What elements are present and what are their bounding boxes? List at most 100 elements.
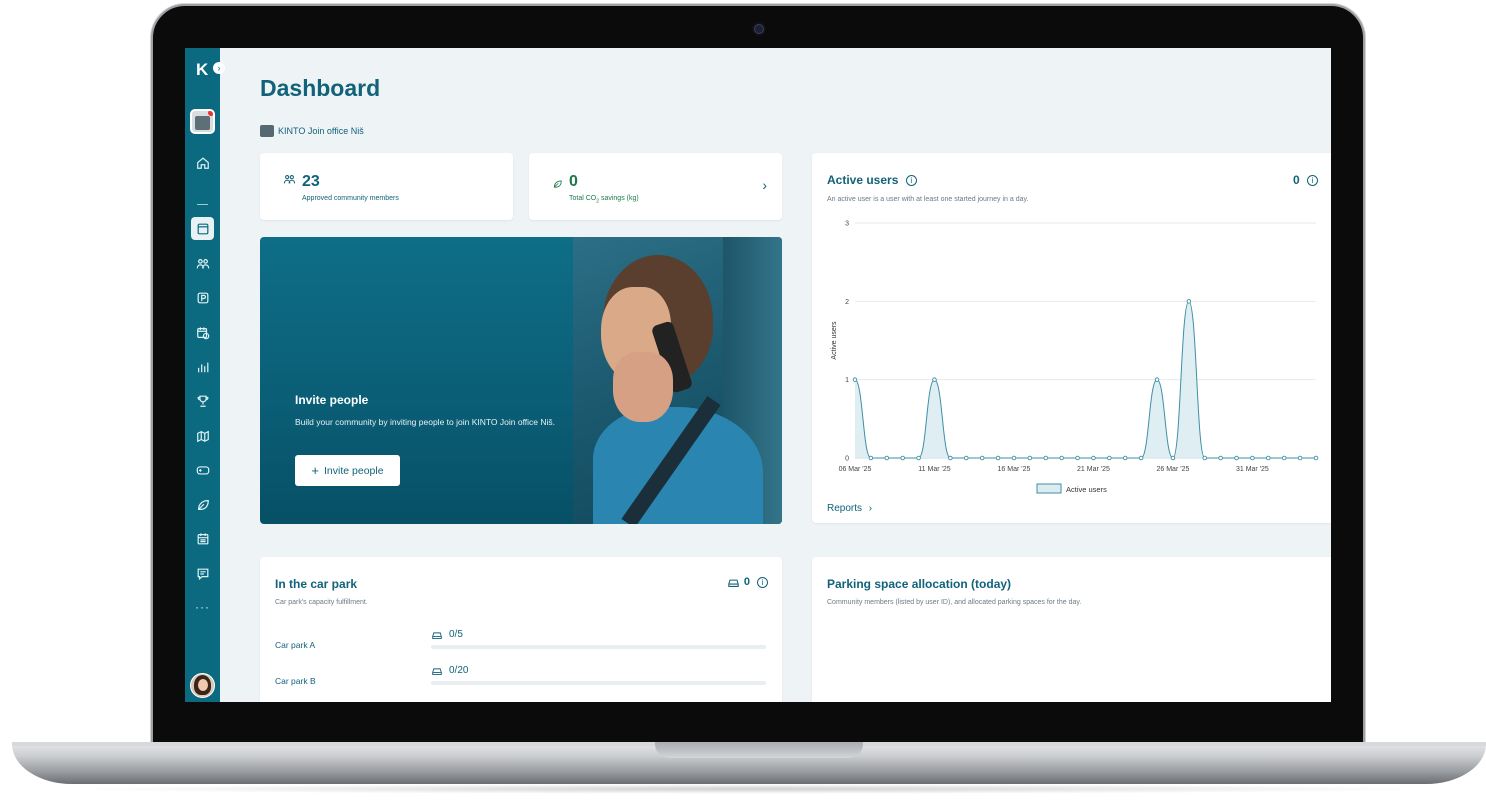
info-icon[interactable]: i bbox=[905, 175, 917, 187]
more-menu-button[interactable]: ··· bbox=[195, 600, 210, 614]
x-tick-label: 06 Mar '25 bbox=[839, 466, 872, 473]
sidebar-item-dashboard[interactable] bbox=[191, 217, 214, 240]
car-park-b-label: Car park B bbox=[275, 676, 316, 686]
data-point[interactable] bbox=[1043, 455, 1049, 461]
data-point[interactable] bbox=[1107, 455, 1112, 461]
sidebar-item-map[interactable] bbox=[191, 424, 214, 447]
app-logo[interactable]: K bbox=[196, 60, 208, 80]
data-point[interactable] bbox=[1154, 377, 1160, 382]
laptop-notch bbox=[655, 742, 863, 758]
sidebar-item-sustainability[interactable] bbox=[191, 493, 214, 516]
data-point[interactable] bbox=[1281, 455, 1287, 461]
x-tick-label: 16 Mar '25 bbox=[998, 466, 1031, 473]
invite-button-label: Invite people bbox=[324, 464, 384, 477]
data-point[interactable] bbox=[868, 455, 874, 461]
data-point[interactable] bbox=[932, 377, 937, 382]
plus-icon: + bbox=[311, 463, 320, 478]
data-point[interactable] bbox=[852, 377, 858, 382]
sidebar-item-schedule[interactable] bbox=[191, 527, 214, 550]
legend-label: Active users bbox=[1066, 485, 1107, 494]
sidebar-item-reports[interactable] bbox=[191, 355, 214, 378]
co2-label-prefix: Total CO bbox=[569, 195, 597, 202]
sidebar-item-parking[interactable] bbox=[191, 286, 214, 309]
laptop-shadow bbox=[60, 784, 1440, 794]
avatar-face bbox=[198, 679, 208, 691]
invite-description: Build your community by inviting people … bbox=[295, 417, 556, 427]
data-point[interactable] bbox=[1011, 455, 1017, 461]
active-users-value: 0 i bbox=[1293, 173, 1318, 187]
car-icon bbox=[432, 631, 442, 639]
data-point[interactable] bbox=[979, 455, 985, 461]
car-icon bbox=[728, 579, 739, 587]
data-point[interactable] bbox=[1218, 455, 1223, 461]
legend-swatch bbox=[1036, 483, 1062, 494]
y-tick-label: 2 bbox=[845, 299, 849, 306]
main-content: Dashboard KINTO Join office Niš 23 Appro… bbox=[220, 48, 1331, 702]
car-park-b-value: 0/20 bbox=[431, 665, 468, 676]
sidebar: K › ··· bbox=[185, 48, 225, 702]
co2-stat-card[interactable]: 0 Total CO2 savings (kg) › bbox=[529, 153, 782, 220]
sidebar-item-rewards[interactable] bbox=[191, 389, 214, 412]
data-point[interactable] bbox=[1202, 455, 1207, 461]
data-point[interactable] bbox=[1027, 455, 1033, 461]
data-point[interactable] bbox=[1266, 455, 1271, 461]
chart-y-ticks: 0 1 2 3 bbox=[845, 221, 849, 463]
leaf-icon bbox=[552, 176, 563, 194]
reports-link[interactable]: Reports › bbox=[827, 503, 872, 514]
sidebar-item-games[interactable] bbox=[191, 458, 214, 481]
sidebar-item-calendar[interactable] bbox=[191, 321, 214, 344]
photo-hand bbox=[613, 352, 673, 422]
active-users-chart: 0 1 2 3 06 Mar '25 11 Mar '25 16 Mar '25 21 Ma… bbox=[831, 221, 1319, 494]
invite-banner: Invite people Build your community by in… bbox=[260, 237, 782, 524]
car-park-total-value: 0 bbox=[743, 576, 750, 588]
car-park-total: 0 i bbox=[727, 576, 768, 588]
data-point[interactable] bbox=[916, 455, 921, 461]
page-title: Dashboard bbox=[260, 75, 381, 101]
allocation-subtitle: Community members (listed by user ID), a… bbox=[827, 599, 1082, 606]
data-point[interactable] bbox=[1313, 455, 1319, 461]
x-tick-label: 11 Mar '25 bbox=[918, 466, 950, 473]
data-point[interactable] bbox=[995, 455, 1001, 461]
reports-link-label: Reports bbox=[827, 503, 863, 514]
chart-legend[interactable]: Active users bbox=[1036, 483, 1107, 494]
data-point[interactable] bbox=[964, 455, 969, 461]
data-point[interactable] bbox=[1091, 455, 1096, 461]
data-point[interactable] bbox=[900, 455, 905, 461]
data-point[interactable] bbox=[884, 455, 890, 461]
active-users-subtitle: An active user is a user with at least o… bbox=[827, 196, 1029, 203]
community-selector[interactable]: KINTO Join office Niš bbox=[260, 125, 364, 137]
active-users-count: 0 bbox=[1292, 173, 1300, 187]
car-park-a-occupancy: 0/5 bbox=[449, 629, 463, 640]
info-icon[interactable]: i bbox=[757, 576, 768, 588]
data-point[interactable] bbox=[1186, 299, 1192, 304]
data-point[interactable] bbox=[948, 455, 953, 461]
x-tick-label: 26 Mar '25 bbox=[1157, 466, 1190, 473]
community-thumbnail bbox=[260, 125, 274, 137]
car-park-card: In the car park 0 i Car park's capacity … bbox=[260, 557, 782, 702]
sidebar-item-community[interactable] bbox=[191, 252, 214, 275]
data-point[interactable] bbox=[1059, 455, 1064, 461]
data-point[interactable] bbox=[1122, 455, 1128, 461]
laptop-mockup: K › ··· Dashboard KINTO Join office Niš … bbox=[0, 0, 1486, 801]
car-park-a-label: Car park A bbox=[275, 640, 316, 650]
parking-icon bbox=[197, 292, 208, 303]
data-point[interactable] bbox=[1170, 455, 1176, 461]
co2-label-suffix: savings (kg) bbox=[599, 195, 639, 202]
user-avatar[interactable] bbox=[190, 673, 215, 698]
active-users-card: Active users i 0 i An active user is a u… bbox=[812, 153, 1331, 523]
sidebar-item-home[interactable] bbox=[191, 151, 214, 174]
community-avatar[interactable] bbox=[190, 109, 215, 134]
gamepad-icon bbox=[196, 465, 209, 475]
community-name: KINTO Join office Niš bbox=[278, 126, 364, 136]
data-point[interactable] bbox=[1250, 455, 1255, 461]
co2-value: 0 bbox=[569, 173, 578, 190]
home-icon bbox=[196, 156, 209, 169]
info-icon[interactable]: i bbox=[1307, 175, 1318, 187]
sidebar-item-feedback[interactable] bbox=[191, 562, 214, 585]
data-point[interactable] bbox=[1075, 455, 1080, 461]
community-image bbox=[195, 116, 210, 130]
data-point[interactable] bbox=[1234, 455, 1239, 461]
invite-people-button[interactable]: + Invite people bbox=[295, 455, 400, 486]
data-point[interactable] bbox=[1297, 455, 1303, 461]
data-point[interactable] bbox=[1138, 455, 1144, 461]
